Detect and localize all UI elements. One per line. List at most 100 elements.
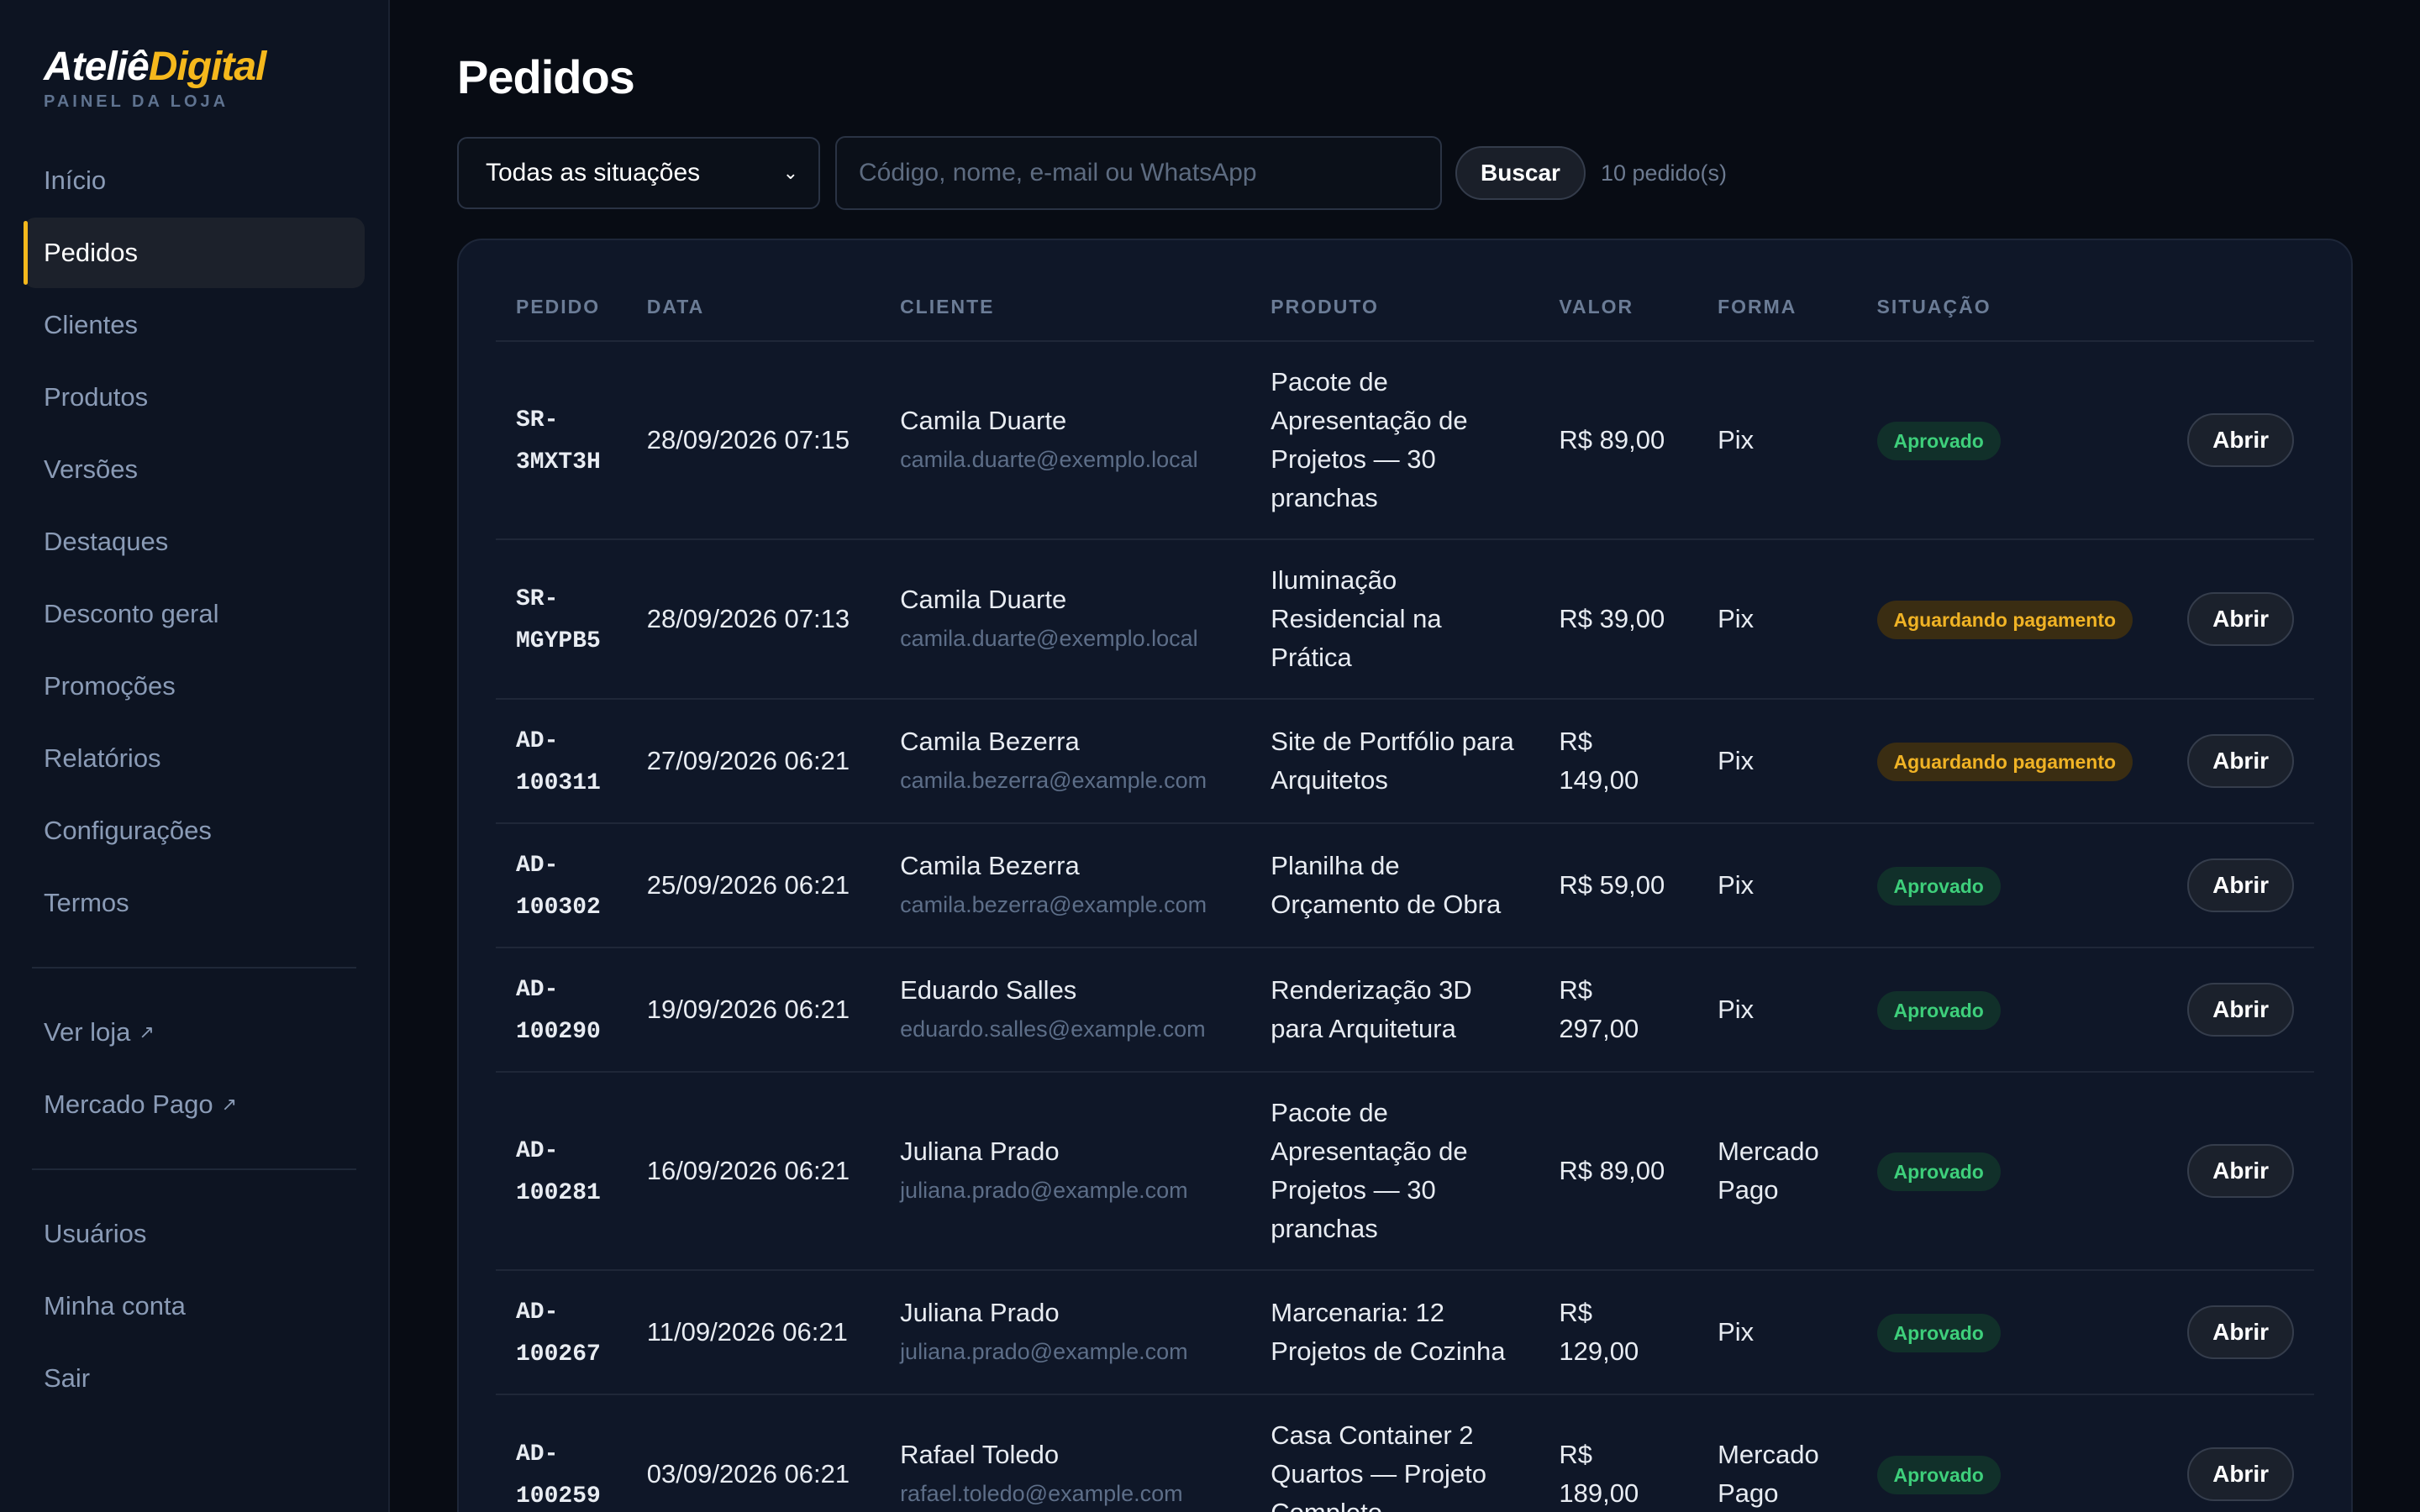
table-row: AD-100302 25/09/2026 06:21 Camila Bezerra c… bbox=[496, 823, 2314, 948]
client-name: Camila Bezerra bbox=[900, 851, 1080, 880]
sidebar-item-mercado-pago[interactable]: Mercado Pago ↗ bbox=[24, 1069, 365, 1140]
order-code: SR-3MXT3H bbox=[516, 407, 601, 475]
sidebar-item-label: Destaques bbox=[44, 527, 169, 556]
payment-method: Pix bbox=[1697, 699, 1857, 824]
order-code-cell: SR-3MXT3H bbox=[496, 341, 627, 540]
open-order-button[interactable]: Abrir bbox=[2187, 1144, 2294, 1198]
sidebar-item-relatorios[interactable]: Relatórios bbox=[24, 723, 365, 794]
actions-cell: Abrir bbox=[2167, 341, 2314, 540]
sidebar-item-produtos[interactable]: Produtos bbox=[24, 362, 365, 433]
actions-cell: Abrir bbox=[2167, 1072, 2314, 1271]
product-name: Pacote de Apresentação de Projetos — 30 … bbox=[1250, 341, 1539, 540]
table-row: AD-100259 03/09/2026 06:21 Rafael Toledo ra… bbox=[496, 1394, 2314, 1512]
open-order-button[interactable]: Abrir bbox=[2187, 734, 2294, 788]
status-cell: Aprovado bbox=[1856, 1270, 2168, 1395]
sidebar-item-label: Configurações bbox=[44, 816, 212, 845]
order-date: 03/09/2026 06:21 bbox=[626, 1394, 881, 1512]
client-cell: Eduardo Salles eduardo.salles@example.com bbox=[880, 948, 1251, 1073]
sidebar-item-promocoes[interactable]: Promoções bbox=[24, 651, 365, 722]
filter-toolbar: Todas as situações ⌄ Buscar 10 pedido(s) bbox=[457, 136, 2353, 210]
order-code: AD-100302 bbox=[516, 853, 601, 921]
client-email: juliana.prado@example.com bbox=[900, 1178, 1188, 1203]
open-order-button[interactable]: Abrir bbox=[2187, 413, 2294, 467]
client-cell: Camila Bezerra camila.bezerra@example.com bbox=[880, 699, 1251, 824]
order-code: AD-100267 bbox=[516, 1299, 601, 1368]
order-code: SR-MGYPB5 bbox=[516, 586, 601, 654]
sidebar-item-label: Promoções bbox=[44, 671, 176, 701]
sidebar-item-desconto-geral[interactable]: Desconto geral bbox=[24, 579, 365, 649]
client-name: Camila Duarte bbox=[900, 585, 1067, 614]
sidebar-item-configuracoes[interactable]: Configurações bbox=[24, 795, 365, 866]
order-date: 19/09/2026 06:21 bbox=[626, 948, 881, 1073]
sidebar-item-sair[interactable]: Sair bbox=[24, 1343, 365, 1414]
product-name: Pacote de Apresentação de Projetos — 30 … bbox=[1250, 1072, 1539, 1271]
sidebar-item-label: Usuários bbox=[44, 1219, 147, 1248]
sidebar-item-ver-loja[interactable]: Ver loja ↗ bbox=[24, 997, 365, 1068]
payment-method: Pix bbox=[1697, 1270, 1857, 1395]
open-order-button[interactable]: Abrir bbox=[2187, 1447, 2294, 1501]
sidebar-item-label: Clientes bbox=[44, 310, 138, 339]
sidebar-item-label: Minha conta bbox=[44, 1291, 186, 1320]
search-button[interactable]: Buscar bbox=[1455, 146, 1586, 200]
order-date: 25/09/2026 06:21 bbox=[626, 823, 881, 948]
order-value: R$ 129,00 bbox=[1539, 1270, 1698, 1395]
order-code-cell: AD-100290 bbox=[496, 948, 627, 1073]
product-name: Renderização 3D para Arquitetura bbox=[1250, 948, 1539, 1073]
table-row: SR-MGYPB5 28/09/2026 07:13 Camila Duarte ca… bbox=[496, 539, 2314, 700]
status-badge: Aprovado bbox=[1876, 991, 2001, 1030]
open-order-button[interactable]: Abrir bbox=[2187, 983, 2294, 1037]
order-value: R$ 89,00 bbox=[1539, 341, 1698, 540]
sidebar-item-termos[interactable]: Termos bbox=[24, 868, 365, 938]
client-email: camila.bezerra@example.com bbox=[900, 768, 1207, 793]
table-header-col-valor: VALOR bbox=[1539, 274, 1698, 342]
table-header-col-forma: FORMA bbox=[1697, 274, 1857, 342]
sidebar-nav-account: Usuários Minha conta Sair bbox=[24, 1199, 365, 1414]
client-name: Camila Bezerra bbox=[900, 727, 1080, 756]
search-input[interactable] bbox=[835, 136, 1442, 210]
open-order-button[interactable]: Abrir bbox=[2187, 858, 2294, 912]
open-order-button[interactable]: Abrir bbox=[2187, 592, 2294, 646]
sidebar-item-label: Mercado Pago bbox=[44, 1089, 213, 1119]
open-order-button[interactable]: Abrir bbox=[2187, 1305, 2294, 1359]
status-filter-select[interactable]: Todas as situações ⌄ bbox=[457, 137, 820, 209]
table-header-col-produto: PRODUTO bbox=[1250, 274, 1539, 342]
actions-cell: Abrir bbox=[2167, 948, 2314, 1073]
sidebar-item-versoes[interactable]: Versões bbox=[24, 434, 365, 505]
order-code: AD-100259 bbox=[516, 1441, 601, 1509]
sidebar-item-label: Desconto geral bbox=[44, 599, 219, 628]
table-row: AD-100290 19/09/2026 06:21 Eduardo Salles e… bbox=[496, 948, 2314, 1073]
sidebar-item-label: Ver loja bbox=[44, 1017, 131, 1047]
order-code-cell: AD-100259 bbox=[496, 1394, 627, 1512]
client-cell: Camila Bezerra camila.bezerra@example.com bbox=[880, 823, 1251, 948]
orders-table: PEDIDO DATA CLIENTE PRODUTO VALOR FORMA SITUAÇ… bbox=[496, 274, 2314, 1512]
external-link-icon: ↗ bbox=[139, 1021, 155, 1042]
status-cell: Aprovado bbox=[1856, 948, 2168, 1073]
payment-method: Pix bbox=[1697, 948, 1857, 1073]
sidebar-item-minha-conta[interactable]: Minha conta bbox=[24, 1271, 365, 1341]
brand-logo: AteliêDigital bbox=[44, 45, 266, 89]
status-cell: Aprovado bbox=[1856, 1394, 2168, 1512]
client-name: Camila Duarte bbox=[900, 406, 1067, 435]
table-row: SR-3MXT3H 28/09/2026 07:15 Camila Duarte ca… bbox=[496, 341, 2314, 540]
client-email: juliana.prado@example.com bbox=[900, 1339, 1188, 1364]
product-name: Marcenaria: 12 Projetos de Cozinha bbox=[1250, 1270, 1539, 1395]
sidebar-item-label: Termos bbox=[44, 888, 129, 917]
sidebar-item-label: Produtos bbox=[44, 382, 149, 412]
sidebar-item-label: Relatórios bbox=[44, 743, 161, 773]
sidebar-item-pedidos[interactable]: Pedidos bbox=[24, 218, 365, 288]
sidebar-item-usuarios[interactable]: Usuários bbox=[24, 1199, 365, 1269]
sidebar-item-clientes[interactable]: Clientes bbox=[24, 290, 365, 360]
order-date: 11/09/2026 06:21 bbox=[626, 1270, 881, 1395]
client-name: Juliana Prado bbox=[900, 1298, 1060, 1327]
payment-method: Pix bbox=[1697, 823, 1857, 948]
sidebar-divider bbox=[32, 1168, 356, 1170]
payment-method: Pix bbox=[1697, 341, 1857, 540]
sidebar-item-inicio[interactable]: Início bbox=[24, 145, 365, 216]
actions-cell: Abrir bbox=[2167, 823, 2314, 948]
payment-method: Mercado Pago bbox=[1697, 1394, 1857, 1512]
result-count: 10 pedido(s) bbox=[1600, 160, 1728, 186]
table-row: AD-100311 27/09/2026 06:21 Camila Bezerra c… bbox=[496, 699, 2314, 824]
brand[interactable]: AteliêDigital PAINEL DA LOJA bbox=[24, 44, 365, 112]
order-code: AD-100281 bbox=[516, 1138, 601, 1206]
sidebar-item-destaques[interactable]: Destaques bbox=[24, 507, 365, 577]
